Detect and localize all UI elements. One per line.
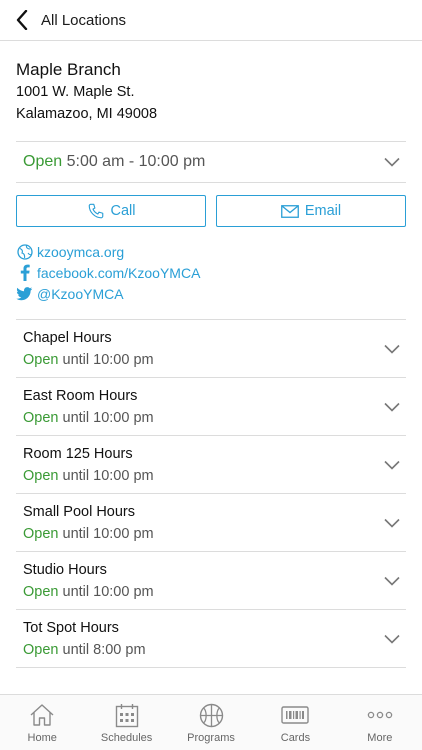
tab-home[interactable]: Home bbox=[0, 695, 84, 750]
globe-icon bbox=[16, 243, 33, 260]
chevron-down-icon bbox=[384, 459, 402, 471]
address-line-2: Kalamazoo, MI 49008 bbox=[16, 106, 158, 122]
facility-name: Room 125 Hours bbox=[23, 445, 133, 462]
contact-buttons: Call Email bbox=[16, 195, 406, 227]
twitter-bird-icon bbox=[16, 285, 33, 302]
facility-name: Chapel Hours bbox=[23, 329, 112, 346]
nav-header: All Locations bbox=[0, 0, 422, 41]
calendar-icon bbox=[115, 702, 139, 728]
branch-hours: Open 5:00 am - 10:00 pm bbox=[23, 153, 205, 171]
facility-name: Tot Spot Hours bbox=[23, 619, 119, 636]
facility-until: until 10:00 pm bbox=[62, 409, 154, 426]
facebook-text: facebook.com/KzooYMCA bbox=[37, 264, 201, 281]
open-status: Open bbox=[23, 351, 59, 368]
phone-icon bbox=[88, 203, 103, 219]
facebook-link[interactable]: facebook.com/KzooYMCA bbox=[16, 262, 406, 283]
chevron-down-icon bbox=[384, 401, 402, 413]
facility-row-room-125[interactable]: Room 125 Hours Open until 10:00 pm bbox=[16, 436, 406, 494]
tab-schedules[interactable]: Schedules bbox=[84, 695, 168, 750]
call-button[interactable]: Call bbox=[16, 195, 206, 227]
facility-until: until 10:00 pm bbox=[62, 351, 154, 368]
tab-label: Cards bbox=[280, 732, 311, 744]
open-status: Open bbox=[23, 583, 59, 600]
facility-name: East Room Hours bbox=[23, 387, 138, 404]
bottom-tab-bar: Home Schedules Programs Cards More bbox=[0, 694, 422, 750]
tab-label: More bbox=[367, 732, 393, 744]
open-status: Open bbox=[23, 525, 59, 542]
facebook-icon bbox=[16, 264, 33, 281]
tab-cards[interactable]: Cards bbox=[253, 695, 337, 750]
home-icon bbox=[29, 702, 55, 728]
address-line-1: 1001 W. Maple St. bbox=[16, 84, 135, 100]
tab-more[interactable]: More bbox=[338, 695, 422, 750]
twitter-link[interactable]: @KzooYMCA bbox=[16, 283, 406, 304]
back-chevron-icon[interactable] bbox=[12, 8, 32, 32]
tab-programs[interactable]: Programs bbox=[169, 695, 253, 750]
branch-name: Maple Branch bbox=[16, 60, 121, 79]
branch-info: Maple Branch 1001 W. Maple St. Kalamazoo… bbox=[0, 41, 422, 125]
facility-until: until 10:00 pm bbox=[62, 583, 154, 600]
tab-label: Schedules bbox=[100, 732, 153, 744]
twitter-text: @KzooYMCA bbox=[37, 285, 124, 302]
more-dots-icon bbox=[367, 702, 393, 728]
chevron-down-icon bbox=[384, 156, 402, 168]
chevron-down-icon bbox=[384, 517, 402, 529]
open-status: Open bbox=[23, 641, 59, 658]
branch-hours-row[interactable]: Open 5:00 am - 10:00 pm bbox=[16, 141, 406, 183]
barcode-card-icon bbox=[281, 702, 310, 728]
hours-range: 5:00 am - 10:00 pm bbox=[66, 153, 206, 170]
facility-hours-list: Chapel Hours Open until 10:00 pm East Ro… bbox=[16, 319, 406, 668]
call-label: Call bbox=[110, 203, 136, 219]
back-label[interactable]: All Locations bbox=[41, 12, 126, 29]
facility-until: until 8:00 pm bbox=[62, 641, 146, 658]
facility-name: Studio Hours bbox=[23, 561, 107, 578]
envelope-icon bbox=[280, 204, 299, 218]
facility-until: until 10:00 pm bbox=[62, 525, 154, 542]
chevron-down-icon bbox=[384, 343, 402, 355]
open-status: Open bbox=[23, 409, 59, 426]
website-link[interactable]: kzooymca.org bbox=[16, 241, 406, 262]
website-text: kzooymca.org bbox=[37, 243, 125, 260]
facility-until: until 10:00 pm bbox=[62, 467, 154, 484]
facility-row-small-pool[interactable]: Small Pool Hours Open until 10:00 pm bbox=[16, 494, 406, 552]
chevron-down-icon bbox=[384, 633, 402, 645]
social-links: kzooymca.org facebook.com/KzooYMCA @Kzoo… bbox=[16, 241, 406, 304]
email-button[interactable]: Email bbox=[216, 195, 406, 227]
tab-label: Programs bbox=[187, 732, 235, 744]
chevron-down-icon bbox=[384, 575, 402, 587]
facility-name: Small Pool Hours bbox=[23, 503, 136, 520]
basketball-icon bbox=[199, 702, 224, 728]
tab-label: Home bbox=[27, 732, 57, 744]
open-status: Open bbox=[23, 153, 63, 170]
facility-row-chapel[interactable]: Chapel Hours Open until 10:00 pm bbox=[16, 320, 406, 378]
facility-row-tot-spot[interactable]: Tot Spot Hours Open until 8:00 pm bbox=[16, 610, 406, 668]
facility-row-east-room[interactable]: East Room Hours Open until 10:00 pm bbox=[16, 378, 406, 436]
open-status: Open bbox=[23, 467, 59, 484]
email-label: Email bbox=[304, 203, 342, 219]
facility-row-studio[interactable]: Studio Hours Open until 10:00 pm bbox=[16, 552, 406, 610]
